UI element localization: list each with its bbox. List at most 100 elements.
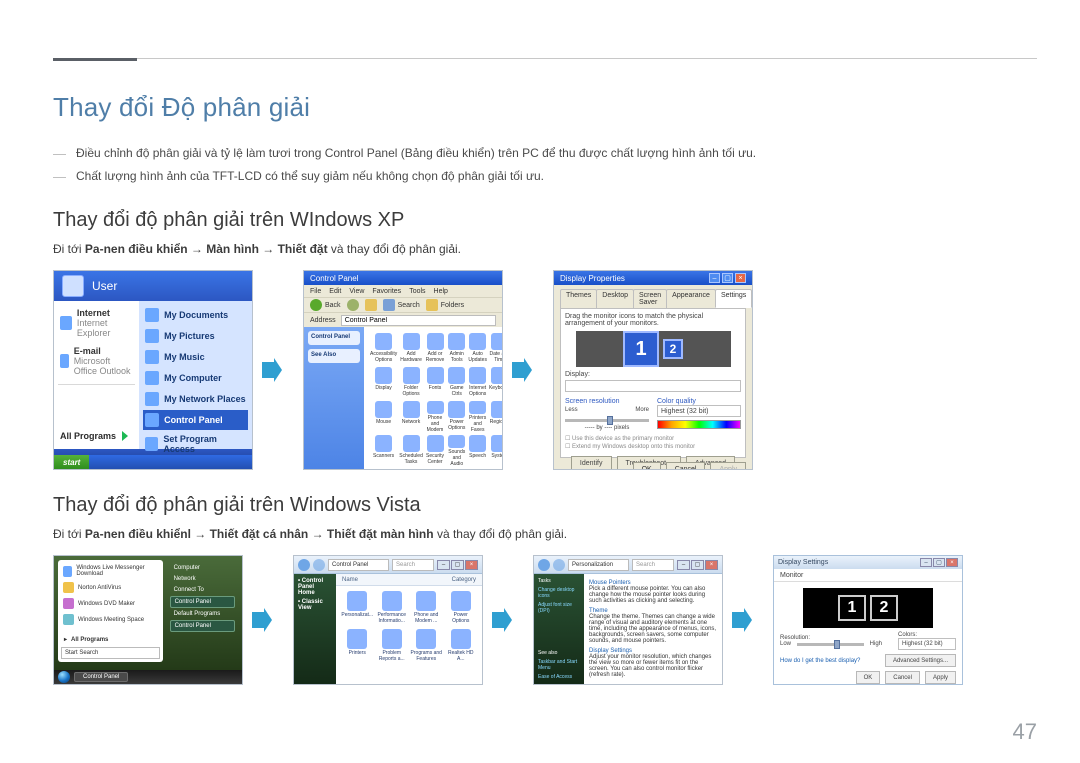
cp-item[interactable]: Add or Remove — [425, 333, 445, 365]
close-button[interactable]: × — [705, 560, 718, 570]
side-link[interactable]: Ease of Access — [538, 674, 580, 680]
extend-desktop-check[interactable]: ☐ Extend my Windows desktop onto this mo… — [565, 443, 741, 451]
resolution-slider[interactable] — [797, 643, 864, 646]
cp-item[interactable]: Network — [399, 401, 423, 433]
close-button[interactable]: × — [946, 558, 958, 567]
cancel-button[interactable]: Cancel — [666, 462, 706, 470]
menu-item[interactable]: Edit — [329, 288, 341, 295]
monitor-2[interactable]: 2 — [870, 595, 898, 621]
start-right-item[interactable]: Connect To — [170, 585, 235, 595]
cp-item[interactable]: Phone and Modem — [425, 401, 445, 433]
menu-item[interactable]: View — [349, 288, 364, 295]
all-programs[interactable]: All Programs — [58, 427, 135, 445]
start-right-item[interactable]: My Music — [143, 347, 248, 367]
start-right-item[interactable]: My Computer — [143, 368, 248, 388]
start-item[interactable]: Windows DVD Maker — [61, 596, 160, 611]
cp-item[interactable]: Personalizat... — [341, 591, 374, 627]
menu-item[interactable]: Tools — [409, 288, 425, 295]
cp-item[interactable]: Admin Tools — [447, 333, 466, 365]
slider-thumb-icon[interactable] — [834, 640, 840, 649]
colors-select[interactable]: Highest (32 bit) — [898, 638, 956, 650]
apply-button[interactable]: Apply — [925, 671, 956, 684]
cp-item[interactable]: Programs and Features — [410, 629, 443, 665]
start-right-item[interactable]: My Pictures — [143, 326, 248, 346]
monitor-1[interactable]: 1 — [623, 331, 659, 367]
cp-item[interactable]: Accessibility Options — [370, 333, 397, 365]
cp-item[interactable]: Scanners — [370, 435, 397, 467]
cp-item[interactable]: Problem Reports a... — [376, 629, 409, 665]
menu-item[interactable]: Help — [434, 288, 448, 295]
cp-item[interactable]: Mouse — [370, 401, 397, 433]
color-quality-select[interactable]: Highest (32 bit) — [657, 405, 741, 417]
maximize-button[interactable]: ▢ — [933, 558, 945, 567]
start-item[interactable]: Windows Meeting Space — [61, 612, 160, 627]
maximize-button[interactable]: ▢ — [691, 560, 704, 570]
back-button[interactable] — [298, 559, 310, 571]
start-right-item[interactable]: My Documents — [143, 305, 248, 325]
forward-button[interactable] — [553, 559, 565, 571]
ok-button[interactable]: OK — [633, 462, 661, 470]
start-item[interactable]: E-mailMicrosoft Office Outlook — [58, 343, 135, 379]
start-right-item[interactable]: Computer — [170, 563, 235, 573]
side-link[interactable]: Change desktop icons — [538, 587, 580, 599]
minimize-button[interactable]: – — [920, 558, 932, 567]
close-button[interactable]: × — [465, 560, 478, 570]
cp-item[interactable]: Folder Options — [399, 367, 423, 399]
tab-settings[interactable]: Settings — [715, 289, 752, 308]
cp-item[interactable]: Realtek HD A... — [445, 629, 478, 665]
cp-item[interactable]: Power Options — [447, 401, 466, 433]
all-programs[interactable]: ▸ All Programs — [61, 633, 160, 646]
cp-item[interactable]: Printers and Faxes — [468, 401, 487, 433]
cp-item[interactable]: Printers — [341, 629, 374, 665]
start-item[interactable]: InternetInternet Explorer — [58, 305, 135, 341]
monitor-arrangement[interactable]: 1 2 — [803, 588, 933, 628]
primary-monitor-check[interactable]: ☐ Use this device as the primary monitor — [565, 435, 741, 443]
maximize-button[interactable]: ▢ — [451, 560, 464, 570]
side-item[interactable]: • Classic View — [298, 599, 332, 611]
tab-themes[interactable]: Themes — [560, 289, 597, 308]
close-button[interactable]: × — [735, 273, 746, 283]
minimize-button[interactable]: – — [677, 560, 690, 570]
menu-item[interactable]: Favorites — [372, 288, 401, 295]
monitor-1[interactable]: 1 — [838, 595, 866, 621]
cp-item[interactable]: System — [489, 435, 502, 467]
start-right-item[interactable]: Set Program Access — [143, 431, 248, 457]
advanced-settings-button[interactable]: Advanced Settings... — [885, 654, 956, 667]
search-button[interactable]: Search — [383, 299, 420, 311]
side-link[interactable]: Taskbar and Start Menu — [538, 659, 580, 671]
help-link[interactable]: How do I get the best display? — [780, 658, 860, 664]
cp-item[interactable]: Game Ctrls — [447, 367, 466, 399]
cancel-button[interactable]: Cancel — [885, 671, 920, 684]
search-input[interactable]: Search — [632, 559, 674, 571]
cp-item[interactable]: Phone and Modem ... — [410, 591, 443, 627]
cp-item[interactable]: Power Options — [445, 591, 478, 627]
cp-item[interactable]: Fonts — [425, 367, 445, 399]
monitor-2[interactable]: 2 — [663, 339, 683, 359]
taskbar-item[interactable]: Control Panel — [74, 672, 128, 682]
ok-button[interactable]: OK — [856, 671, 881, 684]
start-right-item[interactable]: Default Programs — [170, 609, 235, 619]
cp-item[interactable]: Scheduled Tasks — [399, 435, 423, 467]
start-right-item[interactable]: My Network Places — [143, 389, 248, 409]
start-search-input[interactable]: Start Search — [61, 647, 160, 659]
up-button[interactable] — [365, 299, 377, 311]
start-right-item[interactable]: Control Panel — [170, 620, 235, 632]
start-button[interactable]: start — [54, 455, 89, 469]
start-right-item[interactable]: Network — [170, 574, 235, 584]
side-item[interactable]: • Control Panel Home — [298, 578, 332, 596]
back-button[interactable] — [538, 559, 550, 571]
cp-item[interactable]: Internet Options — [468, 367, 487, 399]
cp-item[interactable]: Date and Time — [489, 333, 502, 365]
cp-item[interactable]: Security Center — [425, 435, 445, 467]
side-link[interactable]: Adjust font size (DPI) — [538, 602, 580, 614]
start-right-item[interactable]: Control Panel — [170, 596, 235, 608]
tab-appearance[interactable]: Appearance — [666, 289, 716, 308]
start-right-item[interactable]: Control Panel — [143, 410, 248, 430]
cp-item[interactable]: Display — [370, 367, 397, 399]
cp-item[interactable]: Auto Updates — [468, 333, 487, 365]
maximize-button[interactable]: ▢ — [722, 273, 733, 283]
start-item[interactable]: Windows Live Messenger Download — [61, 563, 160, 579]
address-bar[interactable]: Personalization — [568, 559, 629, 571]
cp-item[interactable]: Regional — [489, 401, 502, 433]
display-select[interactable] — [565, 380, 741, 392]
